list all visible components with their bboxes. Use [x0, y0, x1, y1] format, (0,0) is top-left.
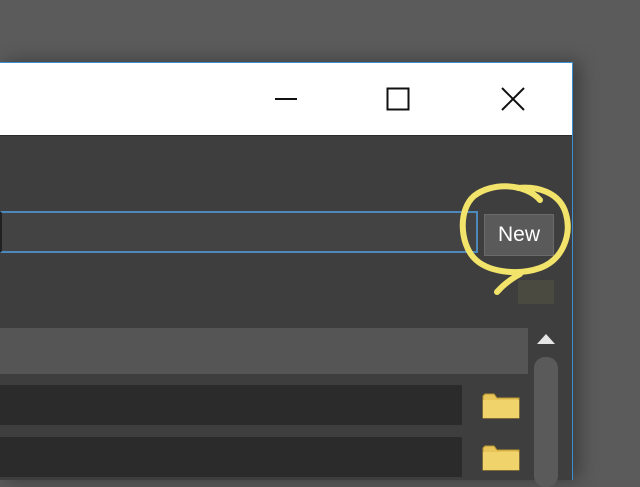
maximize-icon: [386, 87, 410, 111]
new-button-label: New: [497, 223, 540, 246]
close-button[interactable]: [483, 63, 543, 135]
folder-icon[interactable]: [481, 442, 521, 472]
vertical-scrollbar[interactable]: [533, 327, 559, 487]
close-icon: [501, 87, 525, 111]
title-bar: [0, 63, 572, 136]
new-button[interactable]: New: [484, 214, 554, 256]
list-header: [0, 328, 528, 374]
folder-icon[interactable]: [481, 390, 521, 420]
minimize-icon: [275, 98, 297, 100]
scroll-up-arrow-icon: [537, 334, 555, 344]
minimize-button[interactable]: [256, 63, 316, 135]
list-row-1[interactable]: [0, 385, 462, 425]
list-row-2[interactable]: [0, 437, 462, 477]
scroll-thumb[interactable]: [534, 357, 558, 487]
maximize-button[interactable]: [368, 63, 428, 135]
path-input[interactable]: [0, 211, 478, 253]
scroll-up-button[interactable]: [533, 327, 559, 351]
checkbox-placeholder[interactable]: [518, 280, 554, 304]
